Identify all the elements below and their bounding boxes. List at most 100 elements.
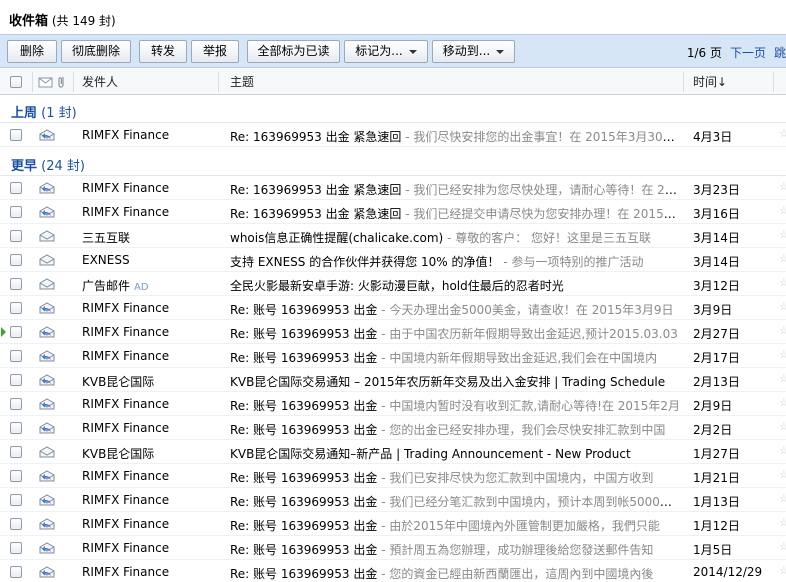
message-row[interactable]: 三五互联 whois信息正确性提醒(chalicake.com) - 尊敬的客户：… bbox=[0, 224, 786, 248]
message-date: 1月12日 bbox=[693, 519, 740, 533]
subject-column-header[interactable]: 主题 bbox=[230, 69, 254, 95]
group-count-link[interactable]: (24 封) bbox=[37, 159, 85, 174]
star-icon[interactable]: ☆ bbox=[779, 253, 786, 264]
message-subject[interactable]: Re: 163969953 出金 紧急速回 - 我们已经提交申请尽快为您安排办理… bbox=[230, 205, 682, 222]
message-subject[interactable]: Re: 账号 163969953 出金 - 由于中国农历新年假期导致出金延迟,预… bbox=[230, 325, 682, 342]
message-row[interactable]: RIMFX Finance Re: 账号 163969953 出金 - 我们已安排… bbox=[0, 464, 786, 488]
message-subject[interactable]: Re: 账号 163969953 出金 - 由於2015年中國境內外匯管制更加嚴… bbox=[230, 517, 682, 534]
message-row[interactable]: 广告邮件 AD 全民火影最新安卓手游: 火影动漫巨献，hold住最后的忍者时光 3月1… bbox=[0, 272, 786, 296]
row-checkbox[interactable] bbox=[10, 470, 22, 482]
row-checkbox[interactable] bbox=[10, 374, 22, 386]
star-icon[interactable]: ☆ bbox=[779, 469, 786, 480]
message-subject[interactable]: 全民火影最新安卓手游: 火影动漫巨献，hold住最后的忍者时光 bbox=[230, 277, 682, 294]
star-icon[interactable]: ☆ bbox=[779, 205, 786, 216]
row-checkbox[interactable] bbox=[10, 566, 22, 578]
purge-button[interactable]: 彻底删除 bbox=[61, 40, 131, 63]
message-subject[interactable]: Re: 163969953 出金 紧急速回 - 我们已经安排为您尽快处理，请耐心… bbox=[230, 181, 682, 198]
star-icon[interactable]: ☆ bbox=[779, 421, 786, 432]
row-checkbox[interactable] bbox=[10, 182, 22, 194]
star-icon[interactable]: ☆ bbox=[779, 277, 786, 288]
star-icon[interactable]: ☆ bbox=[779, 541, 786, 552]
report-button[interactable]: 举报 bbox=[191, 40, 239, 63]
message-preview: - 今天办理出金5000美金，请查收！在 2015年3月9日 bbox=[377, 303, 674, 317]
message-subject[interactable]: Re: 账号 163969953 出金 - 中国境内新年假期导致出金延迟,我们会… bbox=[230, 349, 682, 366]
subject-text: Re: 163969953 出金 紧急速回 bbox=[230, 183, 402, 197]
row-checkbox[interactable] bbox=[10, 398, 22, 410]
message-preview: - 您的資金已經由新西蘭匯出，這周內到中國境內後 bbox=[377, 567, 654, 581]
message-row[interactable]: RIMFX Finance Re: 账号 163969953 出金 - 由於201… bbox=[0, 512, 786, 536]
message-row[interactable]: RIMFX Finance Re: 账号 163969953 出金 - 您的資金已… bbox=[0, 560, 786, 582]
message-row[interactable]: RIMFX Finance Re: 账号 163969953 出金 - 預計周五為… bbox=[0, 536, 786, 560]
message-subject[interactable]: Re: 账号 163969953 出金 - 中国境内暂时没有收到汇款,请耐心等待… bbox=[230, 397, 682, 414]
star-icon[interactable]: ☆ bbox=[779, 349, 786, 360]
star-icon[interactable]: ☆ bbox=[779, 325, 786, 336]
subject-text: Re: 账号 163969953 出金 bbox=[230, 495, 378, 509]
message-row[interactable]: RIMFX Finance Re: 163969953 出金 紧急速回 - 我们已… bbox=[0, 200, 786, 224]
replied-envelope-icon bbox=[39, 398, 55, 410]
message-row[interactable]: RIMFX Finance Re: 账号 163969953 出金 - 中国境内新… bbox=[0, 344, 786, 368]
message-row[interactable]: KVB昆仑国际 KVB昆仑国际交易通知 – 2015年农历新年交易及出入金安排 |… bbox=[0, 368, 786, 392]
subject-text: Re: 账号 163969953 出金 bbox=[230, 351, 378, 365]
message-row[interactable]: KVB昆仑国际 KVB昆仑国际交易通知–新产品 | Trading Announc… bbox=[0, 440, 786, 464]
message-row[interactable]: RIMFX Finance Re: 账号 163969953 出金 - 我们已经分… bbox=[0, 488, 786, 512]
delete-button[interactable]: 删除 bbox=[7, 40, 57, 63]
row-checkbox[interactable] bbox=[10, 542, 22, 554]
row-checkbox[interactable] bbox=[10, 350, 22, 362]
star-icon[interactable]: ☆ bbox=[779, 397, 786, 408]
group-count-link[interactable]: (1 封) bbox=[37, 106, 77, 121]
star-icon[interactable]: ☆ bbox=[779, 128, 786, 139]
row-checkbox[interactable] bbox=[10, 494, 22, 506]
message-subject[interactable]: whois信息正确性提醒(chalicake.com) - 尊敬的客户： 您好！… bbox=[230, 229, 682, 246]
select-all-checkbox[interactable] bbox=[10, 76, 22, 88]
message-subject[interactable]: Re: 账号 163969953 出金 - 預計周五為您辦理，成功辦理後給您發送… bbox=[230, 541, 682, 558]
star-icon[interactable]: ☆ bbox=[779, 229, 786, 240]
message-subject[interactable]: KVB昆仑国际交易通知 – 2015年农历新年交易及出入金安排 | Tradin… bbox=[230, 373, 682, 390]
star-icon[interactable]: ☆ bbox=[779, 373, 786, 384]
mark-as-dropdown[interactable]: 标记为... bbox=[344, 40, 428, 63]
star-icon[interactable]: ☆ bbox=[779, 565, 786, 576]
move-to-dropdown[interactable]: 移动到... bbox=[432, 40, 515, 63]
message-subject[interactable]: Re: 账号 163969953 出金 - 您的資金已經由新西蘭匯出，這周內到中… bbox=[230, 565, 682, 582]
message-subject[interactable]: KVB昆仑国际交易通知–新产品 | Trading Announcement -… bbox=[230, 445, 682, 462]
sender-name: RIMFX Finance bbox=[82, 493, 169, 507]
message-row[interactable]: RIMFX Finance Re: 账号 163969953 出金 - 中国境内暂… bbox=[0, 392, 786, 416]
message-row[interactable]: RIMFX Finance Re: 账号 163969953 出金 - 由于中国农… bbox=[0, 320, 786, 344]
time-column-header[interactable]: 时间↓ bbox=[693, 69, 727, 95]
row-checkbox[interactable] bbox=[10, 518, 22, 530]
message-row[interactable]: RIMFX Finance Re: 163969953 出金 紧急速回 - 我们已… bbox=[0, 176, 786, 200]
message-subject[interactable]: Re: 账号 163969953 出金 - 您的出金已经安排办理，我们会尽快安排… bbox=[230, 421, 682, 438]
message-row[interactable]: RIMFX Finance Re: 账号 163969953 出金 - 今天办理出… bbox=[0, 296, 786, 320]
forward-button[interactable]: 转发 bbox=[139, 40, 187, 63]
jump-page-link[interactable]: 跳 bbox=[774, 46, 786, 60]
message-subject[interactable]: Re: 账号 163969953 出金 - 我们已经分笔汇款到中国境内，预计本周… bbox=[230, 493, 682, 510]
paperclip-icon[interactable] bbox=[57, 75, 67, 89]
message-row[interactable]: EXNESS 支持 EXNESS 的合作伙伴并获得您 10% 的净值！ - 参与一… bbox=[0, 248, 786, 272]
subject-text: KVB昆仑国际交易通知–新产品 | Trading Announcement -… bbox=[230, 447, 631, 461]
star-icon[interactable]: ☆ bbox=[779, 493, 786, 504]
star-icon[interactable]: ☆ bbox=[779, 301, 786, 312]
row-checkbox[interactable] bbox=[10, 326, 22, 338]
message-subject[interactable]: Re: 账号 163969953 出金 - 今天办理出金5000美金，请查收！在… bbox=[230, 301, 682, 318]
mark-all-read-button[interactable]: 全部标为已读 bbox=[247, 40, 340, 63]
row-checkbox[interactable] bbox=[10, 446, 22, 458]
read-status-column-icon[interactable] bbox=[38, 75, 54, 89]
row-checkbox[interactable] bbox=[10, 302, 22, 314]
star-icon[interactable]: ☆ bbox=[779, 445, 786, 456]
message-row[interactable]: RIMFX Finance Re: 账号 163969953 出金 - 您的出金已… bbox=[0, 416, 786, 440]
message-subject[interactable]: Re: 163969953 出金 紧急速回 - 我们尽快安排您的出金事宜！在 2… bbox=[230, 128, 682, 145]
sender-column-header[interactable]: 发件人 bbox=[82, 69, 118, 95]
star-icon[interactable]: ☆ bbox=[779, 517, 786, 528]
message-subject[interactable]: 支持 EXNESS 的合作伙伴并获得您 10% 的净值！ - 参与一项特别的推广… bbox=[230, 253, 682, 270]
message-row[interactable]: RIMFX Finance Re: 163969953 出金 紧急速回 - 我们尽… bbox=[0, 123, 786, 147]
replied-envelope-icon bbox=[39, 566, 55, 578]
star-icon[interactable]: ☆ bbox=[779, 181, 786, 192]
subject-text: Re: 账号 163969953 出金 bbox=[230, 327, 378, 341]
row-checkbox[interactable] bbox=[10, 254, 22, 266]
row-checkbox[interactable] bbox=[10, 422, 22, 434]
row-checkbox[interactable] bbox=[10, 230, 22, 242]
next-page-link[interactable]: 下一页 bbox=[730, 46, 766, 60]
message-subject[interactable]: Re: 账号 163969953 出金 - 我们已安排尽快为您汇款到中国境内，中… bbox=[230, 469, 682, 486]
row-checkbox[interactable] bbox=[10, 129, 22, 141]
row-checkbox[interactable] bbox=[10, 206, 22, 218]
row-checkbox[interactable] bbox=[10, 278, 22, 290]
